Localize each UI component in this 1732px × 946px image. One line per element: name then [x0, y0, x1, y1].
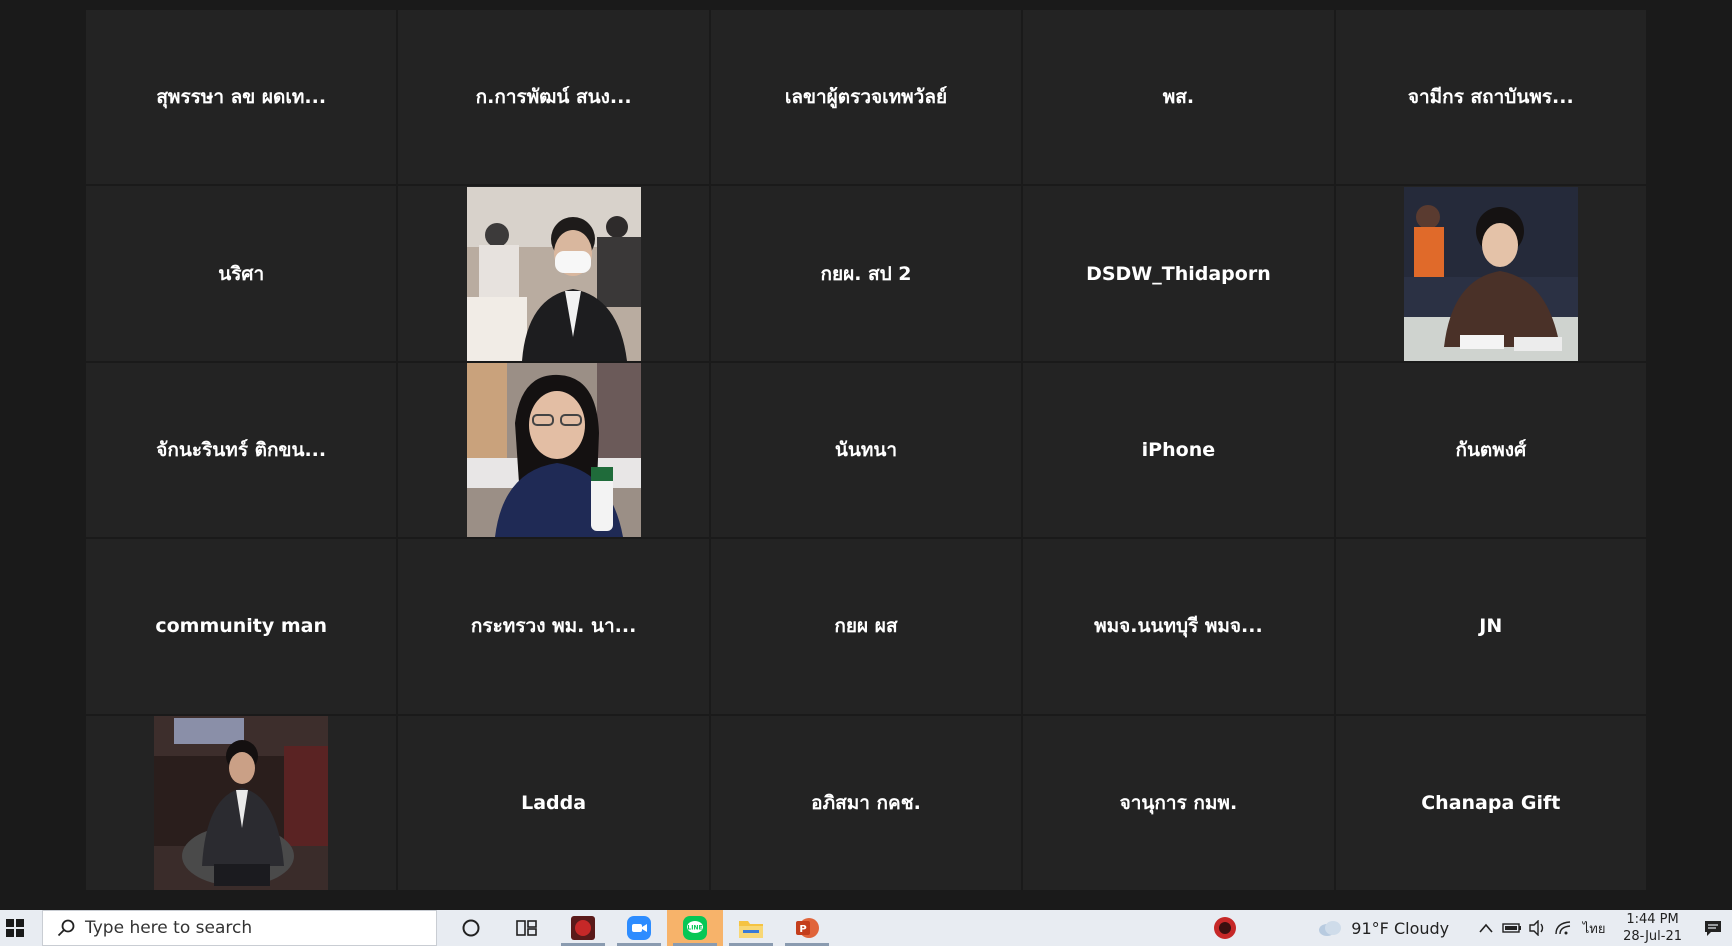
- participant-tile[interactable]: นริศา: [86, 186, 397, 361]
- participant-tile[interactable]: DSDW_Thidaporn: [1023, 186, 1334, 361]
- volume-icon[interactable]: [1525, 910, 1551, 946]
- woman-glasses-photo: [466, 362, 641, 537]
- participant-tile[interactable]: จักนะรินทร์ ติกขน...: [86, 362, 397, 538]
- participant-tile[interactable]: กระทรวง พม. นา...: [398, 539, 709, 714]
- participant-tile[interactable]: ก.การพัฒน์ สนง...: [398, 10, 709, 185]
- participant-tile[interactable]: จามีกร สถาบันพร...: [1335, 10, 1646, 185]
- participant-name: ก.การพัฒน์ สนง...: [475, 86, 632, 109]
- participant-tile[interactable]: พส.: [1023, 10, 1334, 185]
- participant-tile[interactable]: iPhone: [1023, 362, 1334, 538]
- participant-video-tile[interactable]: [86, 715, 397, 890]
- participant-video-tile[interactable]: [398, 362, 709, 538]
- participant-name: community man: [155, 615, 328, 638]
- participant-tile[interactable]: นันทนา: [710, 362, 1022, 538]
- man-mask-photo: [466, 186, 641, 361]
- zoom-gallery-window: สุพรรษา ลข ผดเท... ก.การพัฒน์ สนง... เลข…: [0, 0, 1732, 910]
- battery-icon[interactable]: [1499, 910, 1525, 946]
- participant-tile[interactable]: Chanapa Gift: [1335, 715, 1646, 890]
- participant-name: JN: [1479, 615, 1503, 638]
- start-button[interactable]: [0, 910, 30, 946]
- system-tray: ไทย 1:44 PM 28-Jul-21: [1473, 910, 1732, 946]
- woman-speaking-photo: [1403, 186, 1578, 361]
- task-view-icon[interactable]: [499, 910, 555, 946]
- participant-name: นริศา: [218, 262, 265, 285]
- notification-icon[interactable]: [1700, 910, 1726, 946]
- participant-name: จานุการ กมพ.: [1119, 791, 1238, 814]
- participant-tile[interactable]: JN: [1335, 539, 1646, 714]
- participant-tile[interactable]: community man: [86, 539, 397, 714]
- participant-name: กยผ. สป 2: [820, 262, 912, 285]
- participant-tile[interactable]: กยผ. สป 2: [710, 186, 1022, 361]
- weather-widget[interactable]: 91°F Cloudy: [1317, 919, 1449, 938]
- svg-text:P: P: [799, 924, 806, 935]
- clock-date: 28-Jul-21: [1623, 929, 1682, 944]
- participant-name: iPhone: [1141, 438, 1216, 461]
- man-seated-photo: [154, 715, 329, 890]
- participant-tile[interactable]: พมจ.นนทบุรี พมจ...: [1023, 539, 1334, 714]
- participant-name: จักนะรินทร์ ติกขน...: [156, 438, 327, 461]
- participant-name: กยผ ผส: [834, 615, 898, 638]
- participant-tile[interactable]: สุพรรษา ลข ผดเท...: [86, 10, 397, 185]
- file-explorer-icon[interactable]: [723, 910, 779, 946]
- participant-name: อภิสมา กคช.: [811, 791, 921, 814]
- participant-tile[interactable]: Ladda: [398, 715, 709, 890]
- participant-video-tile[interactable]: [398, 186, 709, 361]
- participant-tile[interactable]: เลขาผู้ตรวจเทพวัลย์: [710, 10, 1022, 185]
- participant-tile[interactable]: อภิสมา กคช.: [710, 715, 1022, 890]
- participant-name: DSDW_Thidaporn: [1086, 262, 1271, 285]
- svg-text:LINE: LINE: [687, 925, 702, 932]
- clock-time: 1:44 PM: [1626, 912, 1679, 927]
- clock[interactable]: 1:44 PM 28-Jul-21: [1623, 911, 1682, 945]
- language-indicator[interactable]: ไทย: [1577, 910, 1611, 946]
- weather-text: 91°F Cloudy: [1351, 918, 1450, 938]
- app-red-icon[interactable]: [555, 910, 611, 946]
- windows-logo-icon: [6, 919, 24, 937]
- cortana-icon[interactable]: [443, 910, 499, 946]
- participant-name: จามีกร สถาบันพร...: [1407, 86, 1574, 109]
- participant-name: กันตพงศ์: [1455, 438, 1527, 461]
- line-icon[interactable]: LINE: [667, 910, 723, 946]
- cloud-icon: [1319, 921, 1342, 936]
- windows-taskbar: Type here to search LINE P 91°F Cloudy ไ…: [0, 910, 1732, 946]
- participant-tile[interactable]: กยผ ผส: [710, 539, 1022, 714]
- taskbar-search-box[interactable]: Type here to search: [42, 910, 437, 946]
- participant-gallery: สุพรรษา ลข ผดเท... ก.การพัฒน์ สนง... เลข…: [86, 10, 1646, 890]
- participant-tile[interactable]: กันตพงศ์: [1335, 362, 1646, 538]
- participant-name: Chanapa Gift: [1421, 791, 1561, 814]
- search-icon: [57, 919, 75, 937]
- participant-tile[interactable]: จานุการ กมพ.: [1023, 715, 1334, 890]
- tray-app-red-icon[interactable]: [1205, 910, 1245, 946]
- participant-name: พส.: [1162, 86, 1195, 109]
- participant-name: สุพรรษา ลข ผดเท...: [156, 86, 327, 109]
- participant-video-tile[interactable]: [1335, 186, 1646, 361]
- participant-name: กระทรวง พม. นา...: [470, 615, 637, 638]
- search-placeholder: Type here to search: [85, 918, 253, 938]
- participant-name: เลขาผู้ตรวจเทพวัลย์: [784, 86, 948, 109]
- participant-name: Ladda: [521, 791, 587, 814]
- language-label: ไทย: [1582, 921, 1606, 937]
- participant-name: พมจ.นนทบุรี พมจ...: [1094, 615, 1263, 638]
- participant-name: นันทนา: [834, 438, 898, 461]
- zoom-icon[interactable]: [611, 910, 667, 946]
- chevron-up-icon[interactable]: [1473, 910, 1499, 946]
- wifi-icon[interactable]: [1551, 910, 1577, 946]
- powerpoint-icon[interactable]: P: [779, 910, 835, 946]
